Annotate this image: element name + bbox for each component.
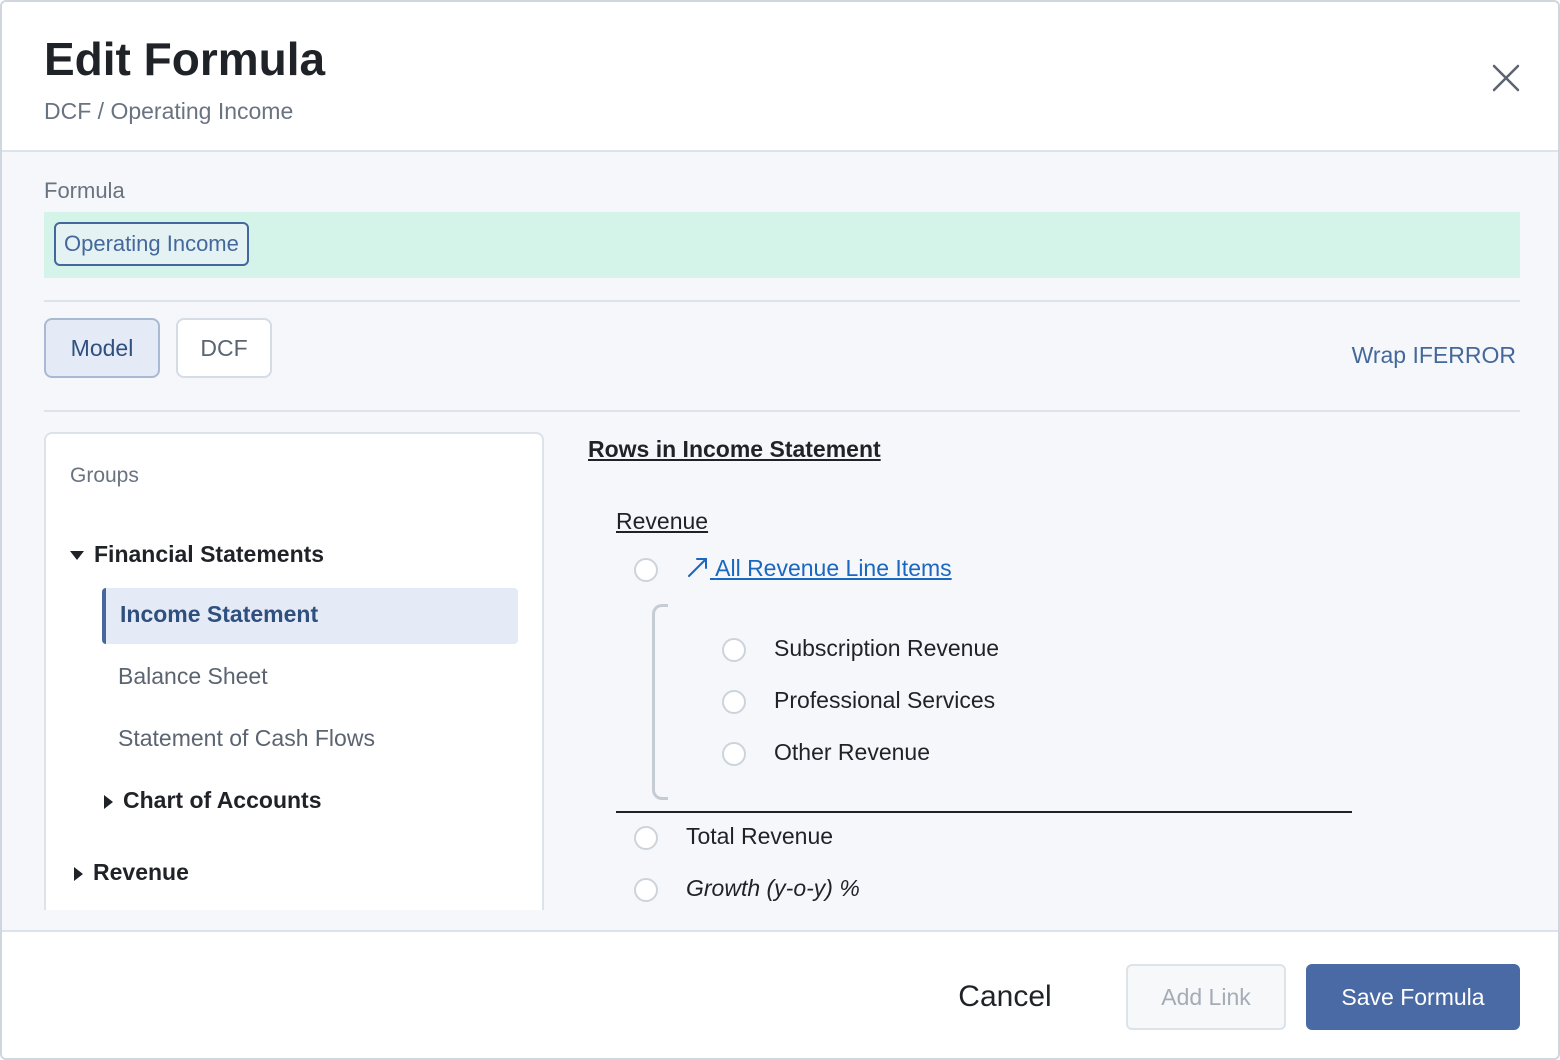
dialog-footer: Cancel Add Link Save Formula [2, 930, 1558, 1058]
rows-title: Rows in Income Statement [588, 436, 881, 462]
tree-item-income-statement[interactable]: Income Statement [102, 588, 518, 644]
radio-growth[interactable] [634, 878, 658, 902]
save-formula-button[interactable]: Save Formula [1306, 964, 1520, 1030]
tree-item-label: Revenue [93, 859, 189, 885]
radio-subscription-revenue[interactable] [722, 638, 746, 662]
link-label: All Revenue Line Items [715, 555, 952, 581]
caret-right-icon [104, 794, 113, 809]
tree-item-label: Chart of Accounts [123, 787, 322, 813]
close-button[interactable] [1486, 58, 1526, 98]
arrow-up-right-icon [688, 558, 707, 577]
groups-panel: Groups Financial Statements Income State… [44, 432, 544, 910]
tree-item-label: Financial Statements [94, 541, 325, 567]
divider [44, 410, 1520, 412]
tab-model[interactable]: Model [44, 318, 160, 378]
row-label: Professional Services [774, 687, 996, 713]
cancel-button[interactable]: Cancel [936, 964, 1074, 1030]
radio-professional-services[interactable] [722, 690, 746, 714]
radio-other-revenue[interactable] [722, 742, 746, 766]
group-bracket [652, 604, 668, 800]
tree-item-chart-of-accounts[interactable]: Chart of Accounts [104, 787, 322, 814]
sum-line [616, 811, 1352, 813]
tab-dcf[interactable]: DCF [176, 318, 272, 378]
radio-total-revenue[interactable] [634, 826, 658, 850]
caret-down-icon [70, 551, 84, 561]
row-label: Subscription Revenue [774, 635, 1000, 661]
row-label: Total Revenue [686, 823, 834, 849]
tree-item-revenue[interactable]: Revenue [74, 859, 189, 886]
divider [44, 300, 1520, 302]
groups-title: Groups [70, 464, 139, 487]
tree-item-financial-statements[interactable]: Financial Statements [70, 541, 324, 568]
radio-all-revenue[interactable] [634, 558, 658, 582]
dialog-header: Edit Formula DCF / Operating Income [2, 2, 1558, 152]
formula-label: Formula [44, 178, 125, 203]
row-label: Other Revenue [774, 739, 930, 765]
caret-right-icon [74, 866, 83, 881]
formula-editor[interactable]: Operating Income [44, 212, 1520, 278]
all-revenue-link[interactable]: All Revenue Line Items [686, 555, 952, 582]
wrap-iferror-link[interactable]: Wrap IFERROR [1352, 342, 1516, 369]
tree-item-balance-sheet[interactable]: Balance Sheet [118, 663, 268, 690]
section-title-revenue: Revenue [616, 508, 709, 534]
edit-formula-dialog: Edit Formula DCF / Operating Income Form… [0, 0, 1560, 1060]
formula-token[interactable]: Operating Income [54, 222, 249, 266]
add-link-button: Add Link [1126, 964, 1286, 1030]
dialog-title: Edit Formula [44, 33, 326, 85]
tree-item-label: Income Statement [120, 601, 319, 627]
tree-item-cash-flows[interactable]: Statement of Cash Flows [118, 725, 375, 752]
row-label: Growth (y-o-y) % [686, 875, 860, 901]
close-icon [1492, 64, 1520, 92]
breadcrumb: DCF / Operating Income [44, 98, 294, 124]
